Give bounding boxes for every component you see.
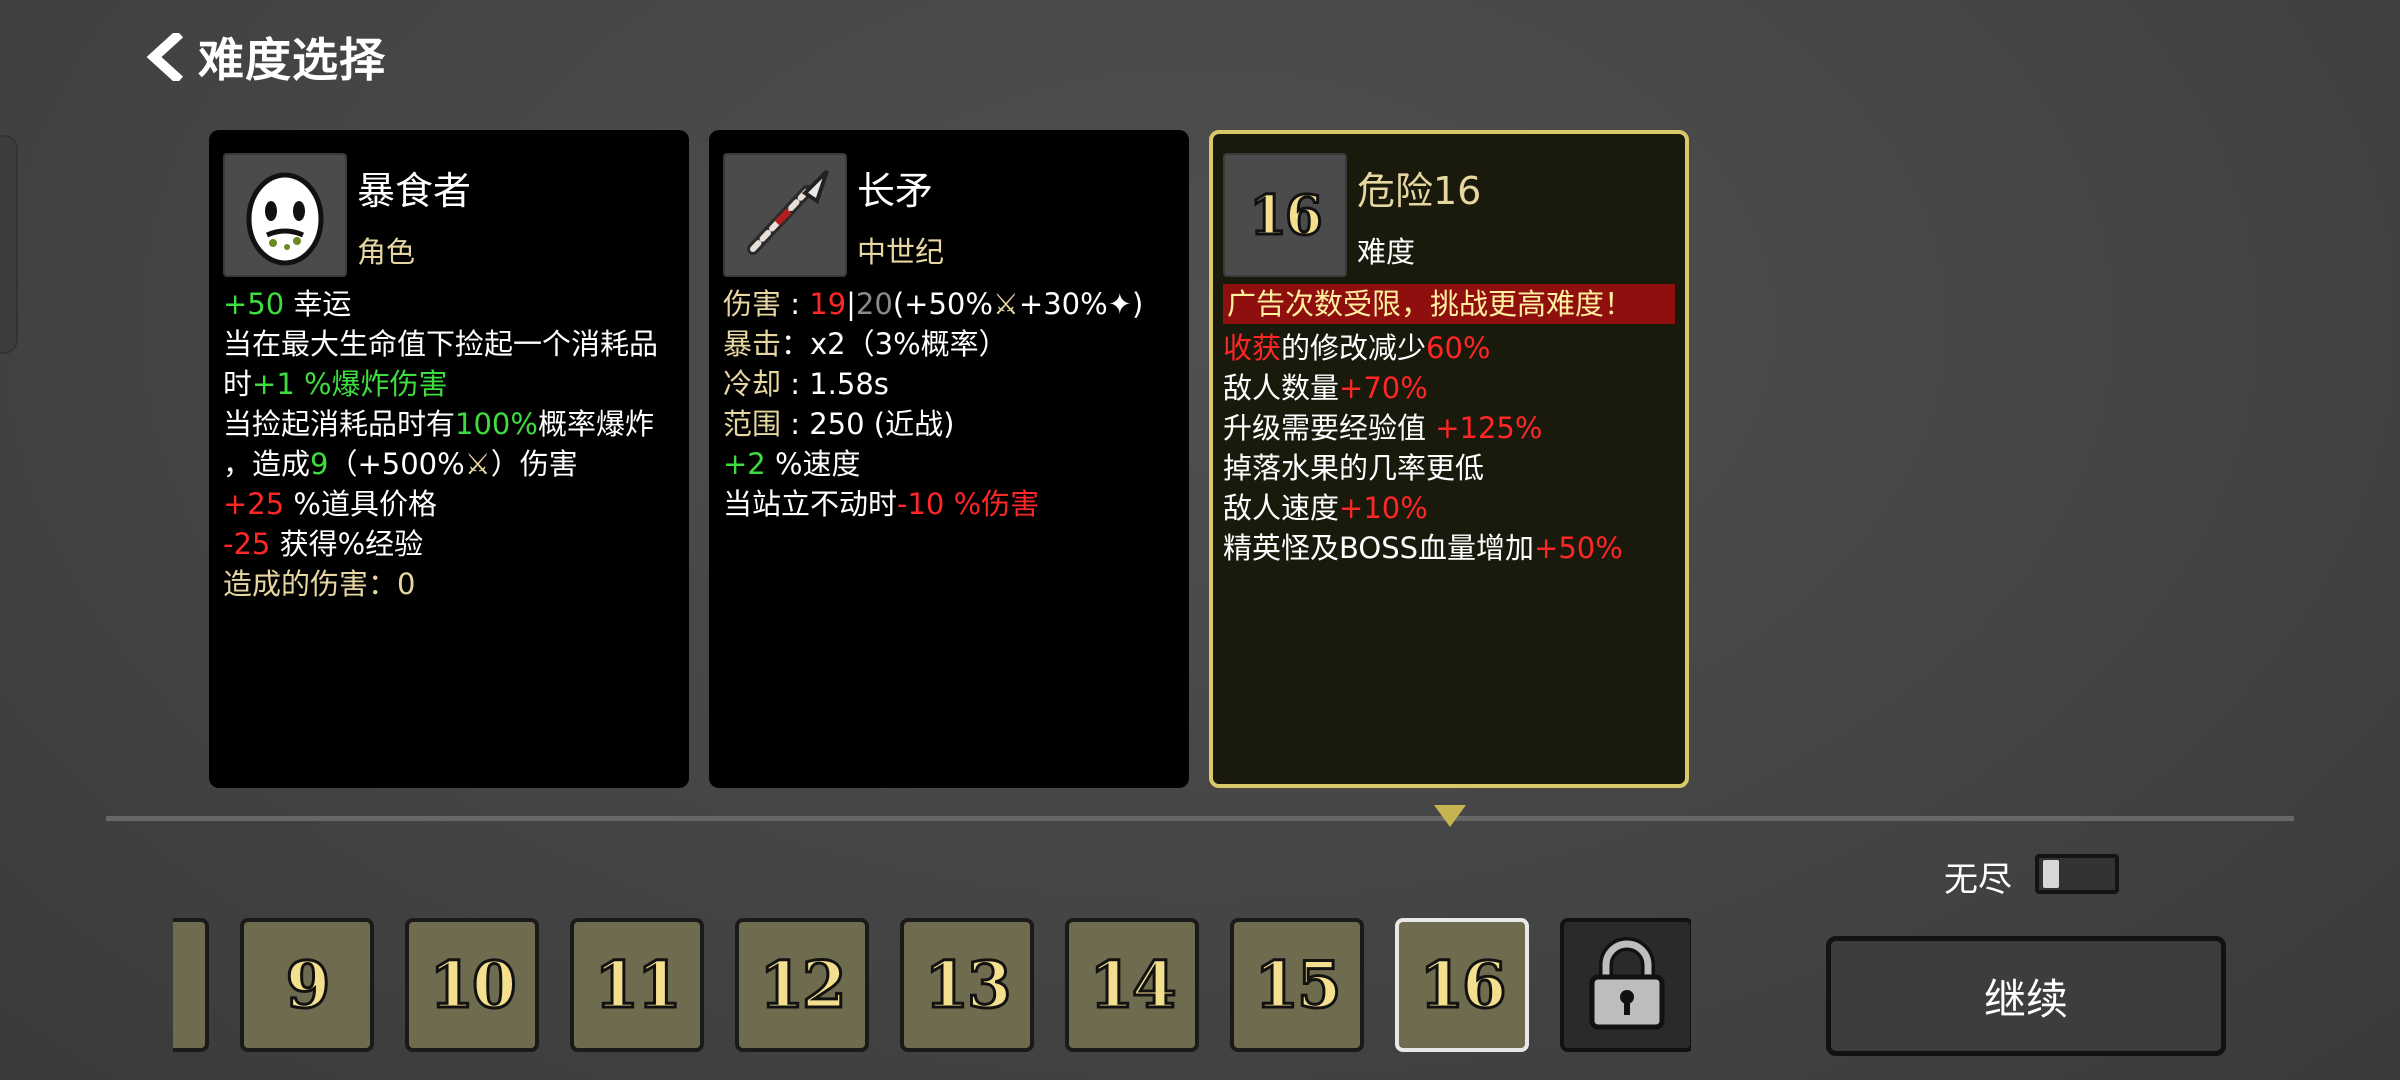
character-stat-line: 时+1 %爆炸伤害 xyxy=(223,367,448,401)
weapon-type: 中世纪 xyxy=(857,234,945,269)
difficulty-tile-number: 13 xyxy=(923,946,1013,1024)
character-stat-line: +25 %道具价格 xyxy=(223,487,437,521)
character-stats: +50 幸运当在最大生命值下捡起一个消耗品 时+1 %爆炸伤害当捡起消耗品时有10… xyxy=(223,284,675,604)
character-stat-line: -25 获得%经验 xyxy=(223,527,424,561)
weapon-image xyxy=(723,153,847,277)
character-stat-line: 当在最大生命值下捡起一个消耗品 xyxy=(223,327,659,361)
divider xyxy=(106,816,2294,821)
difficulty-tile-number: 10 xyxy=(428,946,518,1024)
difficulty-tile-number: 9 xyxy=(284,946,331,1024)
header: 难度选择 xyxy=(140,22,386,92)
ad-limit-warning: 广告次数受限，挑战更高难度！ xyxy=(1223,284,1675,324)
character-card: 暴食者 角色 +50 幸运当在最大生命值下捡起一个消耗品 时+1 %爆炸伤害当捡起… xyxy=(209,130,689,788)
back-arrow-icon[interactable] xyxy=(140,27,188,87)
difficulty-name: 危险16 xyxy=(1357,168,1482,213)
difficulty-modifier-line: 敌人速度+10% xyxy=(1223,491,1428,525)
difficulty-tile[interactable]: 11 xyxy=(570,918,704,1052)
character-stat-line: +50 幸运 xyxy=(223,287,352,321)
difficulty-modifier-line: 精英怪及BOSS血量增加+50% xyxy=(1223,531,1623,565)
difficulty-modifier-line: 掉落水果的几率更低 xyxy=(1223,451,1485,485)
continue-button[interactable]: 继续 xyxy=(1826,936,2226,1056)
difficulty-type: 难度 xyxy=(1357,234,1416,269)
difficulty-tile[interactable]: 12 xyxy=(735,918,869,1052)
difficulty-tile[interactable]: 10 xyxy=(405,918,539,1052)
character-stat-line: ，造成9（+500%⚔）伤害 xyxy=(223,447,578,481)
weapon-stat-line: 伤害 : 19|20(+50%⚔+30%✦) xyxy=(723,287,1144,321)
difficulty-tile-number: 16 xyxy=(1418,946,1508,1024)
weapon-stat-line: 暴击：x2（3%概率） xyxy=(723,327,1008,361)
difficulty-tile-number: 14 xyxy=(1088,946,1178,1024)
difficulty-tile-number: 12 xyxy=(758,946,848,1024)
difficulty-selector: 89 10 11 12 13 14 15 16 xyxy=(173,918,1691,1056)
endless-label: 无尽 xyxy=(1944,860,2012,900)
weapon-stat-line: 冷却 : 1.58s xyxy=(723,367,889,401)
weapon-stat-line: 当站立不动时-10 %伤害 xyxy=(723,487,1040,521)
character-name: 暴食者 xyxy=(357,168,472,213)
character-stat-line: 当捡起消耗品时有100%概率爆炸 xyxy=(223,407,654,441)
difficulty-modifier-line: 升级需要经验值 +125% xyxy=(1223,411,1543,445)
weapon-name: 长矛 xyxy=(857,168,934,213)
character-type: 角色 xyxy=(357,234,416,269)
difficulty-tile[interactable]: 9 xyxy=(240,918,374,1052)
difficulty-tile[interactable]: 15 xyxy=(1230,918,1364,1052)
difficulty-badge: 16 xyxy=(1223,153,1347,277)
lock-icon xyxy=(1582,933,1672,1037)
toggle-knob xyxy=(2043,860,2059,888)
difficulty-tile[interactable]: 13 xyxy=(900,918,1034,1052)
endless-toggle[interactable] xyxy=(2035,854,2119,894)
difficulty-card: 16 危险16 难度 广告次数受限，挑战更高难度！ 收获的修改减少60% 敌人数量… xyxy=(1209,130,1689,788)
difficulty-tile[interactable]: 8 xyxy=(173,918,209,1052)
difficulty-tile-number: 15 xyxy=(1253,946,1343,1024)
difficulty-modifier-line: 敌人数量+70% xyxy=(1223,371,1428,405)
weapon-stat-line: +2 %速度 xyxy=(723,447,861,481)
selection-pointer-icon xyxy=(1434,805,1466,827)
difficulty-modifier-line: 收获的修改减少60% xyxy=(1223,331,1491,365)
weapon-card: 长矛 中世纪 伤害 : 19|20(+50%⚔+30%✦) 暴击：x2（3%概率）… xyxy=(709,130,1189,788)
side-drawer-tab[interactable] xyxy=(0,135,18,354)
page-title: 难度选择 xyxy=(198,33,386,87)
character-stat-line: 造成的伤害：0 xyxy=(223,567,416,601)
difficulty-tile[interactable]: 16 xyxy=(1395,918,1529,1052)
difficulty-tile-locked[interactable] xyxy=(1560,918,1691,1052)
difficulty-modifiers: 收获的修改减少60% 敌人数量+70% 升级需要经验值 +125% 掉落水果的几率更低… xyxy=(1223,328,1675,568)
difficulty-tile-number: 11 xyxy=(593,946,683,1024)
weapon-stats: 伤害 : 19|20(+50%⚔+30%✦) 暴击：x2（3%概率） 冷却 : 1.… xyxy=(723,284,1175,524)
character-portrait xyxy=(223,153,347,277)
weapon-stat-line: 范围 : 250 (近战) xyxy=(723,407,955,441)
difficulty-tile[interactable]: 14 xyxy=(1065,918,1199,1052)
